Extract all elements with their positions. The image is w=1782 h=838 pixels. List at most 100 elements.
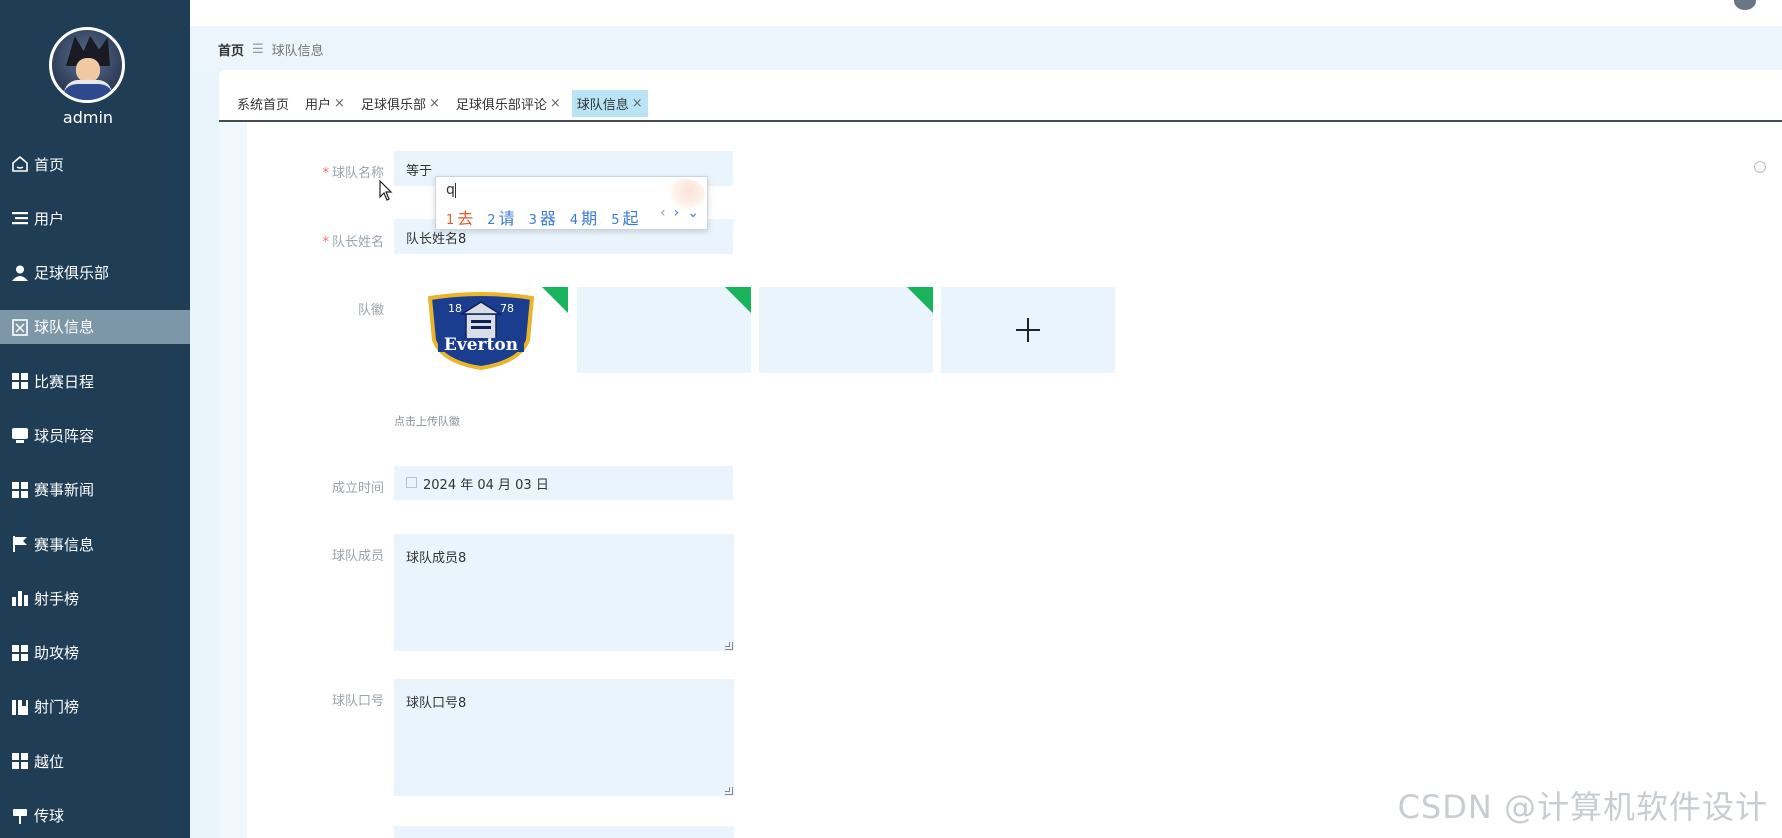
sidebar-item-label: 射门榜	[34, 698, 80, 717]
sidebar-item-label: 用户	[34, 209, 65, 228]
tab-system-home[interactable]: 系统首页	[232, 90, 294, 117]
ime-candidates: 1去 2请 3器 4期 5起	[446, 205, 638, 229]
chevron-left-icon[interactable]: ‹	[660, 205, 666, 221]
sidebar-item-assists[interactable]: 助攻榜	[0, 636, 190, 670]
breadcrumb-home[interactable]: 首页	[218, 40, 244, 59]
tab-label: 用户	[305, 98, 332, 113]
grid-icon	[10, 481, 30, 499]
chevron-down-icon[interactable]: ⌄	[687, 205, 699, 221]
ime-candidate[interactable]: 1去	[446, 205, 473, 229]
members-label: 球队成员	[331, 549, 384, 564]
sidebar-item-event-info[interactable]: 赛事信息	[0, 527, 190, 561]
next-field-input[interactable]	[394, 826, 734, 838]
sidebar-item-home[interactable]: 首页	[0, 147, 190, 181]
founded-date-picker[interactable]: 2024 年 04 月 03 日	[394, 466, 733, 500]
sidebar-nav: 首页 用户 足球俱乐部 球队信息 比赛日程 球员阵容 赛事新闻 赛事信息 射手榜…	[0, 147, 190, 838]
breadcrumb-current: 球队信息	[271, 44, 324, 59]
sidebar-item-football-club[interactable]: 足球俱乐部	[0, 256, 190, 290]
grid-icon	[10, 644, 30, 662]
breadcrumb: 首页 ☰ 球队信息	[218, 40, 324, 59]
avatar[interactable]	[49, 27, 125, 103]
sidebar: admin 首页 用户 足球俱乐部 球队信息 比赛日程 球员阵容 赛事新闻 赛事…	[0, 0, 190, 838]
top-bar	[190, 0, 1782, 26]
ime-candidate[interactable]: 4期	[570, 205, 597, 229]
founded-label: 成立时间	[331, 481, 384, 496]
watermark: CSDN @计算机软件设计	[1397, 788, 1768, 826]
person-icon	[10, 264, 30, 282]
slogan-label: 球队口号	[331, 694, 384, 709]
upload-hint: 点击上传队徽	[394, 415, 460, 428]
tab-list: 系统首页 用户 × 足球俱乐部 × 足球俱乐部评论 × 球队信息 ×	[232, 90, 648, 117]
slogan-textarea[interactable]: 球队口号8	[394, 679, 734, 796]
sidebar-item-users[interactable]: 用户	[0, 201, 190, 235]
team-name-label: * 球队名称	[322, 166, 384, 181]
sidebar-item-label: 助攻榜	[34, 644, 80, 663]
close-icon[interactable]: ×	[334, 96, 345, 111]
close-icon[interactable]: ×	[632, 96, 643, 111]
sidebar-item-label: 首页	[34, 155, 65, 174]
clear-icon[interactable]	[1754, 161, 1766, 173]
logo-tile[interactable]	[577, 287, 751, 373]
sidebar-item-match-schedule[interactable]: 比赛日程	[0, 364, 190, 398]
tab-label: 球队信息	[576, 98, 629, 113]
sidebar-item-top-scorers[interactable]: 射手榜	[0, 581, 190, 615]
ime-candidate-popup: q 1去 2请 3器 4期 5起 ‹ › ⌄	[435, 176, 708, 230]
close-icon[interactable]: ×	[429, 96, 440, 111]
grid-icon	[10, 372, 30, 390]
logo-label: 队徽	[357, 303, 384, 318]
sidebar-item-label: 比赛日程	[34, 372, 95, 391]
sidebar-item-player-roster[interactable]: 球员阵容	[0, 418, 190, 452]
ime-pager: ‹ › ⌄	[660, 205, 699, 221]
bar-chart-icon	[10, 589, 30, 607]
svg-text:18: 18	[448, 302, 462, 315]
top-avatar[interactable]	[1734, 0, 1756, 10]
sidebar-item-passes[interactable]: 传球	[0, 799, 190, 833]
breadcrumb-separator-icon: ☰	[252, 42, 264, 57]
mouse-pointer-icon	[379, 180, 393, 201]
logo-tile[interactable]	[759, 287, 933, 373]
username: admin	[62, 108, 114, 127]
plus-icon	[1016, 318, 1040, 342]
sidebar-item-team-info[interactable]: 球队信息	[0, 309, 190, 344]
sidebar-item-label: 球员阵容	[34, 426, 95, 445]
resize-handle-icon[interactable]	[725, 642, 733, 650]
logo-tile[interactable]: 18 78 Everton	[394, 287, 568, 373]
list-icon	[10, 209, 30, 227]
tab-team-info[interactable]: 球队信息 ×	[571, 90, 648, 117]
sidebar-item-shots[interactable]: 射门榜	[0, 690, 190, 724]
flag-icon	[10, 535, 30, 553]
captain-label: * 队长姓名	[322, 235, 384, 250]
book-icon	[10, 698, 30, 716]
sidebar-item-label: 越位	[34, 752, 65, 771]
sidebar-item-label: 球队信息	[34, 318, 95, 337]
tab-label: 足球俱乐部	[360, 98, 426, 113]
ime-candidate[interactable]: 2请	[487, 205, 514, 229]
logo-upload-button[interactable]	[941, 287, 1115, 373]
ime-composition: q	[446, 182, 456, 198]
tab-label: 系统首页	[237, 98, 290, 113]
close-icon[interactable]: ×	[550, 96, 561, 111]
resize-handle-icon[interactable]	[725, 787, 733, 795]
sidebar-item-label: 赛事新闻	[34, 481, 95, 500]
sidebar-item-offside[interactable]: 越位	[0, 744, 190, 778]
sidebar-item-label: 射手榜	[34, 589, 80, 608]
ime-candidate[interactable]: 5起	[611, 205, 638, 229]
members-textarea[interactable]: 球队成员8	[394, 534, 734, 651]
sidebar-item-label: 足球俱乐部	[34, 264, 110, 283]
monitor-icon	[10, 426, 30, 444]
svg-text:78: 78	[500, 302, 514, 315]
clipboard-icon	[10, 318, 30, 336]
tab-football-club[interactable]: 足球俱乐部 ×	[356, 90, 445, 117]
tabs-bar: 系统首页 用户 × 足球俱乐部 × 足球俱乐部评论 × 球队信息 ×	[219, 70, 1782, 122]
chevron-right-icon[interactable]: ›	[674, 205, 680, 221]
sidebar-item-label: 赛事信息	[34, 535, 95, 554]
breadcrumb-bar: 首页 ☰ 球队信息	[190, 26, 1782, 70]
sidebar-item-label: 传球	[34, 807, 65, 826]
ime-candidate[interactable]: 3器	[529, 205, 556, 229]
tab-label: 足球俱乐部评论	[455, 98, 547, 113]
tab-club-comments[interactable]: 足球俱乐部评论 ×	[451, 90, 566, 117]
tab-users[interactable]: 用户 ×	[300, 90, 350, 117]
sidebar-item-event-news[interactable]: 赛事新闻	[0, 473, 190, 507]
home-icon	[10, 155, 30, 173]
grid-icon	[10, 752, 30, 770]
